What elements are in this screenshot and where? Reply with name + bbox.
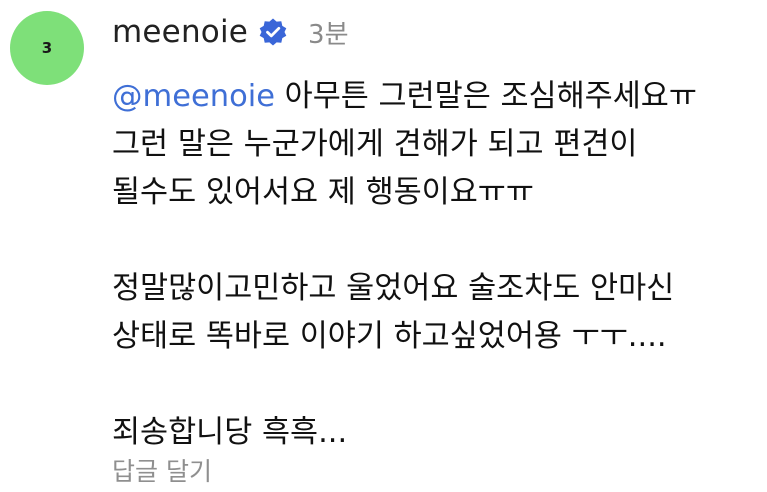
comment-line-3: 될수도 있어서요 제 행동이요ㅠㅠ (112, 175, 534, 210)
comment-header: meenoie 3분 (112, 10, 349, 54)
comment: 3 meenoie 3분 @meenoie 아무튼 그런말은 조심해주세요ㅠ 그… (0, 0, 767, 492)
username[interactable]: meenoie (112, 14, 248, 50)
comment-line-5: 정말많이고민하고 울었어요 술조차도 안마신 (112, 271, 675, 306)
comment-line-2: 그런 말은 누군가에게 견해가 되고 편견이 (112, 127, 638, 162)
comment-blank-line (112, 217, 762, 265)
comment-line-6: 상태로 똑바로 이야기 하고싶었어용 ㅜㅜ.... (112, 319, 667, 354)
timestamp: 3분 (308, 19, 349, 50)
verified-badge-icon (258, 17, 288, 47)
comment-text: 아무튼 그런말은 조심해주세요ㅠ (274, 79, 697, 114)
avatar[interactable]: 3 (10, 11, 84, 85)
mention-link[interactable]: @meenoie (112, 79, 275, 114)
comment-line-8: 죄송합니당 흑흑... (112, 415, 348, 450)
comment-body: @meenoie 아무튼 그런말은 조심해주세요ㅠ 그런 말은 누군가에게 견해… (112, 73, 762, 457)
reply-button[interactable]: 답글 달기 (112, 452, 212, 488)
avatar-text: 3 (41, 39, 53, 57)
comment-line-1: @meenoie 아무튼 그런말은 조심해주세요ㅠ (112, 73, 762, 121)
comment-blank-line (112, 361, 762, 409)
